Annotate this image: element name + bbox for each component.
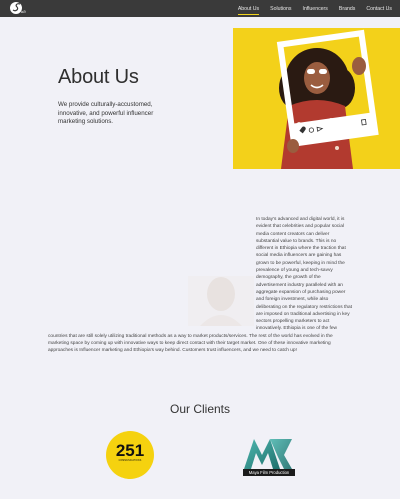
main-nav: About Us Solutions Influencers Brands Co…	[227, 0, 392, 17]
client-logo-251: 251 COMMUNICATIONS	[106, 431, 154, 479]
maya-logo-mark	[244, 439, 292, 469]
svg-text:alt: alt	[21, 9, 27, 14]
client-logo-maya: Maya Film Production	[240, 433, 296, 480]
about-body-text: In today's advanced and digital world, i…	[48, 216, 352, 355]
page-title: About Us	[58, 66, 139, 88]
hero-tagline: We provide culturally-accustomed, innova…	[58, 101, 154, 126]
nav-about-us[interactable]: About Us	[237, 6, 260, 15]
clients-heading: Our Clients	[169, 402, 231, 416]
client-logo-251-text: 251	[115, 441, 145, 460]
nav-influencers[interactable]: Influencers	[303, 6, 328, 12]
hero-image	[233, 28, 400, 169]
nav-solutions[interactable]: Solutions	[270, 6, 291, 12]
nav-brands[interactable]: Brands	[339, 6, 355, 12]
top-navbar: alt About Us Solutions Influencers Brand…	[0, 0, 400, 17]
client-logo-251-subtext: COMMUNICATIONS	[118, 460, 142, 462]
salt-logo[interactable]: alt	[8, 1, 30, 16]
maya-logo-caption: Maya Film Production	[243, 469, 295, 476]
nav-contact-us[interactable]: Contact Us	[366, 6, 392, 12]
